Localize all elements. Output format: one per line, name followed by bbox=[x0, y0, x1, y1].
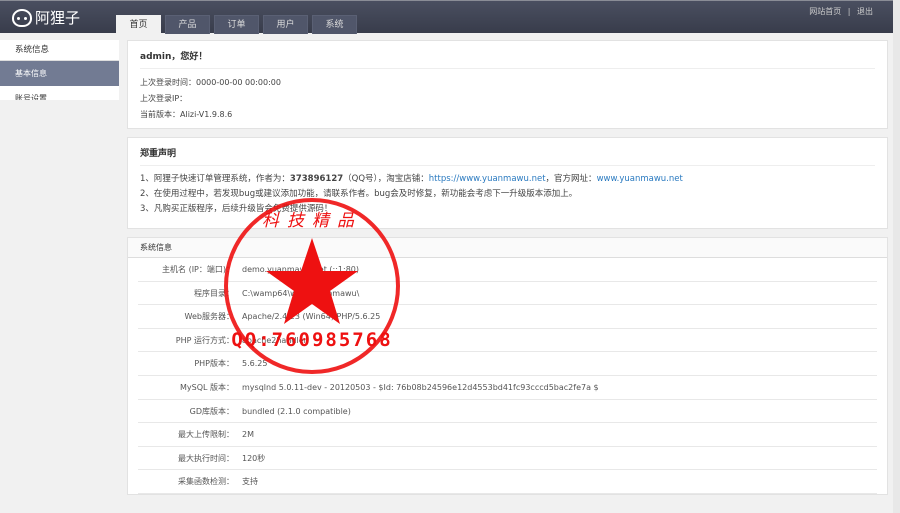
info-row: PHP 运行方式： apache2handler bbox=[138, 329, 877, 353]
tab-system[interactable]: 系统 bbox=[312, 15, 357, 34]
info-label: 主机名 (IP：端口)： bbox=[162, 265, 234, 274]
author-qq: 373896127 bbox=[289, 174, 344, 184]
tab-products[interactable]: 产品 bbox=[165, 15, 210, 34]
notice-line-2: 2、在使用过程中，若发现bug或建议添加功能，请联系作者。bug会及时修复，新功… bbox=[140, 189, 578, 199]
info-value: 5.6.25 bbox=[242, 359, 268, 369]
info-value: C:\wamp64\www\yuanmawu\ bbox=[242, 288, 360, 298]
info-value: demo.yuanmawu.net (::1:80) bbox=[242, 265, 359, 274]
last-login-time: 上次登录时间：0000-00-00 00:00:00 bbox=[140, 78, 281, 87]
last-login-ip: 上次登录IP： bbox=[140, 94, 188, 103]
info-label: 程序目录： bbox=[194, 288, 234, 298]
sidebar: 系统信息 基本信息 账号设置 bbox=[0, 40, 119, 100]
scrollbar[interactable] bbox=[893, 0, 900, 513]
info-label: GD库版本： bbox=[189, 406, 234, 416]
text: ，官方网址： bbox=[545, 174, 597, 184]
info-row: PHP版本： 5.6.25 bbox=[138, 352, 877, 376]
notice-title: 郑重声明 bbox=[140, 146, 875, 166]
info-row: 最大上传限制： 2M bbox=[138, 423, 877, 447]
info-row: 主机名 (IP：端口)： demo.yuanmawu.net (::1:80) bbox=[138, 258, 877, 282]
sidebar-item-basic-info[interactable]: 基本信息 bbox=[0, 61, 119, 86]
system-info-title: 系统信息 bbox=[128, 238, 887, 258]
top-header: 阿狸子 首页 产品 订单 用户 系统 网站首页 | 退出 bbox=[0, 0, 893, 34]
logo-text: 阿狸子 bbox=[35, 9, 81, 27]
sidebar-title: 系统信息 bbox=[0, 40, 119, 61]
info-row: GD库版本： bundled (2.1.0 compatible) bbox=[138, 400, 877, 424]
tab-users[interactable]: 用户 bbox=[263, 15, 308, 34]
system-info-panel: 系统信息 主机名 (IP：端口)： demo.yuanmawu.net (::1:… bbox=[127, 237, 888, 495]
info-row: MySQL 版本： mysqlnd 5.0.11-dev - 20120503 -… bbox=[138, 376, 877, 400]
top-links: 网站首页 | 退出 bbox=[809, 6, 873, 17]
site-home-link[interactable]: 网站首页 bbox=[809, 7, 841, 16]
info-label: 最大执行时间： bbox=[178, 453, 234, 463]
welcome-panel: admin，您好！ 上次登录时间：0000-00-00 00:00:00 上次登… bbox=[127, 40, 888, 129]
info-label: 采集函数检测： bbox=[178, 477, 234, 487]
info-label: PHP版本： bbox=[194, 359, 234, 369]
official-site-link[interactable]: www.yuanmawu.net bbox=[597, 174, 683, 184]
text: 1、阿狸子快速订单管理系统，作者为： bbox=[140, 174, 290, 184]
tab-home[interactable]: 首页 bbox=[116, 15, 161, 34]
info-value: bundled (2.1.0 compatible) bbox=[242, 406, 351, 416]
info-row: 采集函数检测： 支持 bbox=[138, 470, 877, 494]
current-version: 当前版本：Alizi-V1.9.8.6 bbox=[140, 110, 233, 119]
welcome-title: admin，您好！ bbox=[140, 49, 875, 69]
shop-link[interactable]: https://www.yuanmawu.net bbox=[429, 174, 546, 184]
info-value: Apache/2.4.23 (Win64) PHP/5.6.25 bbox=[242, 312, 381, 322]
separator: | bbox=[847, 7, 851, 16]
info-value: mysqlnd 5.0.11-dev - 20120503 - $Id: 76b… bbox=[242, 382, 599, 392]
info-row: 程序目录： C:\wamp64\www\yuanmawu\ bbox=[138, 282, 877, 306]
monkey-logo-icon bbox=[12, 8, 32, 27]
notice-line-3: 3、凡购买正版程序，后续升级皆会免费提供源码！ bbox=[140, 204, 333, 214]
info-row: Web服务器： Apache/2.4.23 (Win64) PHP/5.6.25 bbox=[138, 305, 877, 329]
notice-panel: 郑重声明 1、阿狸子快速订单管理系统，作者为：373896127（QQ号），淘宝… bbox=[127, 137, 888, 229]
sidebar-item-account-settings[interactable]: 账号设置 bbox=[0, 86, 119, 100]
info-label: 最大上传限制： bbox=[178, 430, 234, 440]
info-row: 最大执行时间： 120秒 bbox=[138, 447, 877, 471]
info-value: 120秒 bbox=[242, 453, 266, 463]
info-value: 支持 bbox=[242, 477, 258, 487]
logo[interactable]: 阿狸子 bbox=[12, 7, 80, 28]
text: （QQ号），淘宝店铺： bbox=[343, 174, 429, 184]
main-tabs: 首页 产品 订单 用户 系统 bbox=[116, 15, 361, 34]
info-label: Web服务器： bbox=[184, 312, 234, 322]
info-value: apache2handler bbox=[242, 335, 307, 345]
tab-orders[interactable]: 订单 bbox=[214, 15, 259, 34]
info-label: PHP 运行方式： bbox=[175, 335, 234, 345]
logout-link[interactable]: 退出 bbox=[857, 7, 873, 16]
notice-line-1: 1、阿狸子快速订单管理系统，作者为：373896127（QQ号），淘宝店铺：ht… bbox=[140, 172, 875, 187]
info-value: 2M bbox=[242, 430, 254, 440]
info-label: MySQL 版本： bbox=[179, 382, 234, 392]
